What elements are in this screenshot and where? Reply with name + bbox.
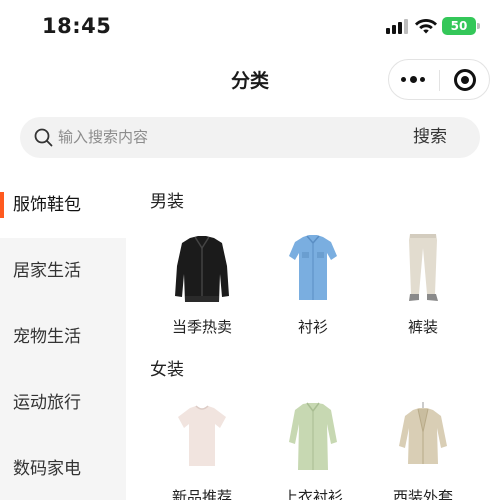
status-time: 18:45 <box>42 14 112 38</box>
status-bar: 18:45 50 <box>0 0 500 52</box>
green-shirt-image <box>289 402 337 470</box>
blazer-image <box>399 402 447 464</box>
mini-program-capsule <box>388 59 490 100</box>
section-title-women: 女装 <box>150 360 184 380</box>
sidebar-item-label: 居家生活 <box>13 261 81 281</box>
product-label: 衬衫 <box>297 318 328 336</box>
close-mini-program-icon[interactable] <box>454 69 476 91</box>
product-label: 当季热卖 <box>171 318 232 336</box>
product-men-shirt[interactable]: 衬衫 <box>263 234 363 344</box>
battery-level: 50 <box>450 19 468 33</box>
battery-cap <box>477 23 480 29</box>
sidebar-item-label: 宠物生活 <box>13 327 81 347</box>
product-label: 裤装 <box>407 318 438 336</box>
sidebar-item-digital[interactable]: 数码家电 <box>0 436 126 500</box>
product-men-pants[interactable]: 裤装 <box>373 234 473 344</box>
category-sidebar: 服饰鞋包 居家生活 宠物生活 运动旅行 数码家电 <box>0 172 126 500</box>
search-icon <box>34 128 53 147</box>
sidebar-item-label: 运动旅行 <box>13 393 81 413</box>
sidebar-item-label: 服饰鞋包 <box>13 195 81 215</box>
search-button[interactable]: 搜索 <box>400 117 460 158</box>
sidebar-item-pets[interactable]: 宠物生活 <box>0 304 126 370</box>
sidebar-item-home[interactable]: 居家生活 <box>0 238 126 304</box>
sidebar-item-apparel[interactable]: 服饰鞋包 <box>0 172 126 238</box>
trousers-image <box>409 234 438 301</box>
product-label: 上衣衬衫 <box>282 488 343 500</box>
capsule-divider <box>439 70 440 91</box>
more-icon[interactable] <box>401 76 427 84</box>
active-indicator <box>0 192 4 218</box>
tshirt-image <box>178 405 226 466</box>
search-bar[interactable]: 输入搜索内容 搜索 <box>20 117 480 158</box>
sidebar-item-sports[interactable]: 运动旅行 <box>0 370 126 436</box>
leather-jacket-image <box>175 236 229 302</box>
product-women-tops[interactable]: 上衣衬衫 <box>263 402 363 500</box>
search-input[interactable]: 输入搜索内容 <box>58 117 148 158</box>
blue-shirt-image <box>289 235 337 300</box>
product-label: 西装外套 <box>392 488 453 500</box>
cellular-signal-icon <box>386 19 408 34</box>
product-women-blazer[interactable]: 西装外套 <box>373 402 473 500</box>
section-title-men: 男装 <box>150 192 184 212</box>
sidebar-item-label: 数码家电 <box>13 459 81 479</box>
product-women-new[interactable]: 新品推荐 <box>152 402 252 500</box>
battery-icon: 50 <box>442 17 476 35</box>
product-men-hot[interactable]: 当季热卖 <box>152 234 252 344</box>
wifi-icon <box>415 19 437 34</box>
product-label: 新品推荐 <box>171 488 232 500</box>
